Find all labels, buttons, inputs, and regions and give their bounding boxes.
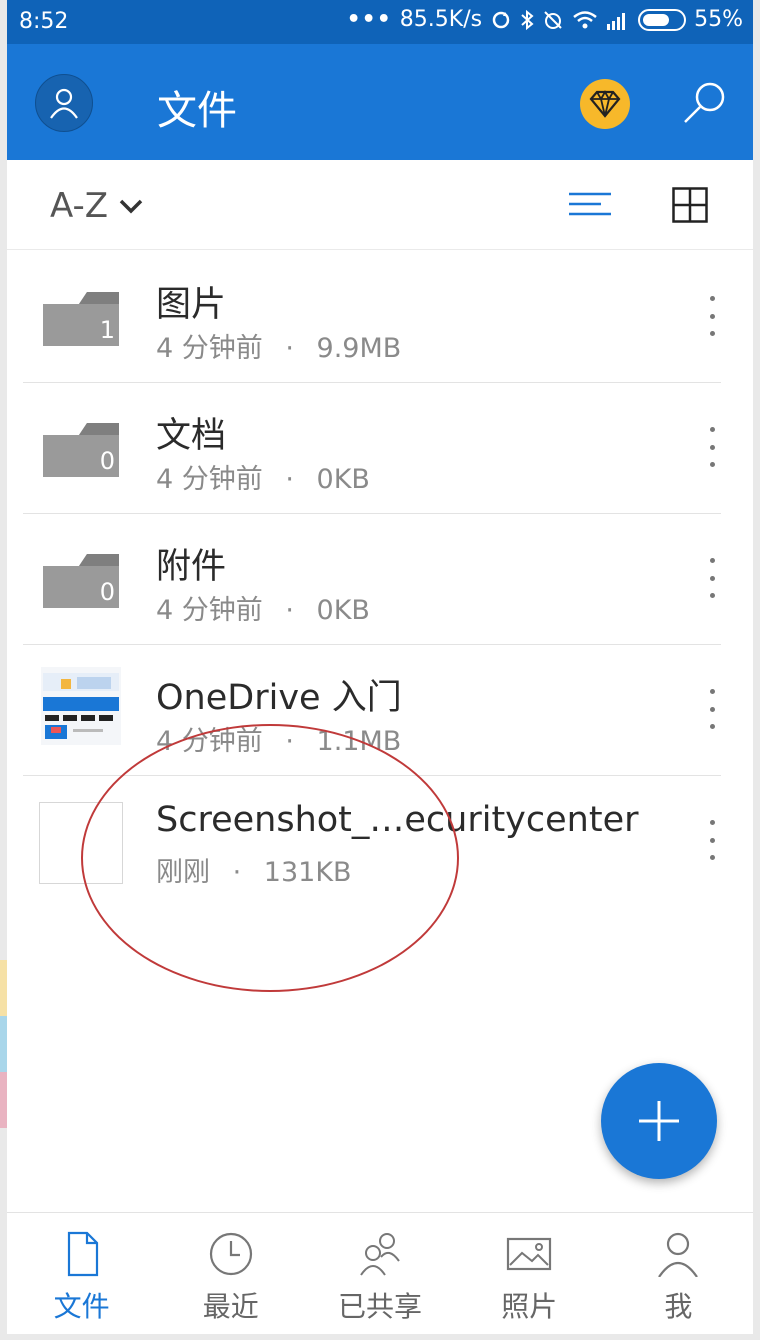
- file-name: Screenshot_…ecuritycenter: [156, 800, 639, 840]
- meta-separator: ·: [285, 333, 294, 364]
- premium-diamond-icon: [589, 90, 621, 118]
- file-row-attachments[interactable]: 0 附件 4 分钟前 · 0KB: [7, 514, 753, 645]
- meta-separator: ·: [285, 464, 294, 495]
- file-meta: 4 分钟前 · 0KB: [156, 588, 370, 627]
- file-time: 刚刚: [156, 857, 210, 888]
- signal-icon: [607, 13, 626, 30]
- more-options-icon[interactable]: [697, 427, 727, 467]
- clock-icon: [209, 1232, 252, 1276]
- file-icon: [67, 1231, 98, 1277]
- folder-item-count: 1: [99, 316, 115, 344]
- folder-icon: 1: [43, 292, 119, 346]
- status-time: 8:52: [19, 9, 69, 34]
- file-size: 9.9MB: [316, 333, 402, 364]
- meta-separator: ·: [285, 595, 294, 626]
- more-options-icon[interactable]: [697, 820, 727, 860]
- file-time: 4 分钟前: [156, 595, 263, 626]
- tab-label: 照片: [501, 1290, 558, 1323]
- add-button[interactable]: [601, 1063, 717, 1179]
- file-size: 131KB: [263, 857, 352, 888]
- file-name: OneDrive 入门: [156, 678, 402, 718]
- wifi-icon: [573, 11, 597, 29]
- avatar-icon: [50, 88, 78, 119]
- tab-label: 最近: [202, 1290, 259, 1323]
- file-size: 1.1MB: [316, 726, 402, 757]
- search-icon[interactable]: [679, 78, 729, 128]
- app-bar: 文件: [7, 44, 753, 160]
- file-name: 图片: [156, 285, 227, 325]
- net-speed: 85.5K/s: [399, 7, 483, 32]
- tab-me[interactable]: 我: [604, 1213, 753, 1334]
- file-list: 1 图片 4 分钟前 · 9.9MB 0 文档 4 分钟前 · 0KB 0 附件…: [7, 252, 753, 907]
- tab-label: 文件: [53, 1290, 110, 1323]
- file-meta: 4 分钟前 · 1.1MB: [156, 719, 401, 758]
- alarm-off-icon: [544, 11, 562, 29]
- file-name: 附件: [156, 547, 227, 587]
- tab-label: 我: [664, 1290, 693, 1323]
- folder-item-count: 0: [99, 447, 115, 475]
- file-size: 0KB: [316, 464, 370, 495]
- chevron-down-icon: [119, 199, 143, 214]
- file-row-screenshot[interactable]: Screenshot_…ecuritycenter 刚刚 · 131KB: [7, 776, 753, 907]
- tab-label: 已共享: [338, 1290, 423, 1323]
- app-screen: 8:52 ••• 85.5K/s 55% 文件 A-Z 1 图片 4 分钟前 ·…: [7, 0, 753, 1334]
- more-options-icon[interactable]: [697, 558, 727, 598]
- people-icon: [360, 1233, 400, 1276]
- more-options-icon[interactable]: [697, 689, 727, 729]
- file-time: 4 分钟前: [156, 726, 263, 757]
- document-thumbnail: [41, 667, 121, 745]
- image-thumbnail: [39, 802, 123, 884]
- tab-recent[interactable]: 最近: [156, 1213, 305, 1334]
- tab-files[interactable]: 文件: [7, 1213, 156, 1334]
- meta-separator: ·: [285, 726, 294, 757]
- bluetooth-icon: [521, 9, 534, 31]
- folder-item-count: 0: [99, 578, 115, 606]
- file-row-pictures[interactable]: 1 图片 4 分钟前 · 9.9MB: [7, 252, 753, 383]
- grid-view-icon[interactable]: [672, 187, 708, 223]
- list-view-icon[interactable]: [567, 190, 613, 220]
- sort-button[interactable]: A-Z: [50, 186, 144, 226]
- sync-icon: [492, 11, 510, 29]
- file-name: 文档: [156, 416, 227, 456]
- file-meta: 4 分钟前 · 0KB: [156, 457, 370, 496]
- account-button[interactable]: [35, 74, 93, 132]
- file-row-documents[interactable]: 0 文档 4 分钟前 · 0KB: [7, 383, 753, 514]
- page-title: 文件: [157, 88, 237, 134]
- premium-button[interactable]: [580, 79, 630, 129]
- plus-icon: [639, 1101, 679, 1141]
- meta-separator: ·: [232, 857, 242, 888]
- photo-icon: [507, 1237, 552, 1271]
- folder-icon: 0: [43, 554, 119, 608]
- file-size: 0KB: [316, 595, 370, 626]
- more-dots-icon: •••: [346, 7, 392, 32]
- person-icon: [658, 1232, 699, 1277]
- tab-photos[interactable]: 照片: [455, 1213, 604, 1334]
- file-meta: 4 分钟前 · 9.9MB: [156, 326, 401, 365]
- file-time: 4 分钟前: [156, 464, 263, 495]
- battery-percent: 55%: [694, 7, 743, 32]
- sort-label: A-Z: [50, 186, 109, 226]
- status-bar: 8:52 ••• 85.5K/s 55%: [7, 0, 753, 44]
- sort-toolbar: A-Z: [7, 160, 753, 250]
- file-row-onedrive-guide[interactable]: OneDrive 入门 4 分钟前 · 1.1MB: [7, 645, 753, 776]
- edge-strip: [0, 960, 7, 1130]
- folder-icon: 0: [43, 423, 119, 477]
- more-options-icon[interactable]: [697, 296, 727, 336]
- status-icons: ••• 85.5K/s 55%: [347, 9, 743, 31]
- file-meta: 刚刚 · 131KB: [156, 850, 352, 889]
- bottom-nav: 文件 最近 已共享 照片 我: [7, 1212, 753, 1334]
- file-time: 4 分钟前: [156, 333, 263, 364]
- tab-shared[interactable]: 已共享: [305, 1213, 454, 1334]
- battery-icon: [638, 9, 687, 31]
